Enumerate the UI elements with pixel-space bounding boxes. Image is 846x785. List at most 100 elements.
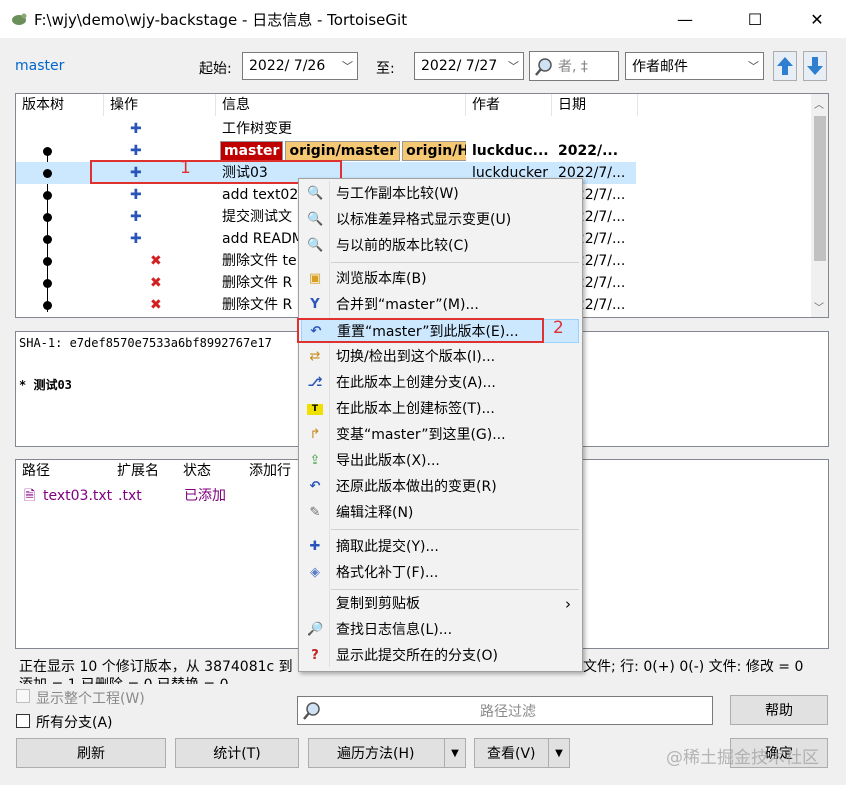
show-whole-project-checkbox[interactable] (16, 689, 30, 703)
commit-node (43, 191, 52, 200)
column-header-date[interactable]: 日期 (552, 94, 638, 116)
branch-link[interactable]: master (15, 58, 64, 74)
menu-item-create-tag[interactable]: T 在此版本上创建标签(T)... (301, 397, 579, 421)
search-icon: 🔎 (307, 622, 324, 637)
view-label: 查看(V) (487, 746, 536, 762)
column-header-actions[interactable]: 操作 (104, 94, 216, 116)
commit-message: * 测试03 (19, 378, 72, 392)
files-header-status[interactable]: 状态 (177, 460, 243, 482)
menu-item-browse-repository[interactable]: ▣ 浏览版本库(B) (301, 267, 579, 291)
export-icon: ⇪ (309, 453, 321, 468)
minimize-button[interactable]: — (662, 0, 708, 38)
maximize-button[interactable]: ☐ (732, 0, 778, 38)
navigate-down-button[interactable] (803, 51, 827, 81)
log-row-message: 删除文件 R (222, 275, 293, 291)
status-summary: 正在显示 10 个修订版本，从 3874081c 到 (19, 659, 293, 675)
chevron-down-icon: ﹀ (508, 60, 519, 73)
close-button[interactable]: ✕ (794, 0, 840, 38)
help-button[interactable]: 帮助 (730, 695, 828, 725)
menu-item-show-branches[interactable]: ? 显示此提交所在的分支(O) (301, 644, 579, 668)
chevron-down-icon: ﹀ (748, 60, 759, 73)
patch-icon: ◈ (310, 565, 320, 580)
modify-action-icon: ✚ (130, 121, 142, 137)
menu-separator (331, 262, 579, 263)
delete-action-icon: ✖ (150, 297, 162, 313)
walk-method-button[interactable]: 遍历方法(H) ▼ (308, 738, 466, 768)
statistics-button[interactable]: 统计(T) (175, 738, 299, 768)
chevron-down-icon: ﹀ (342, 60, 353, 73)
column-header-graph[interactable]: 版本树 (16, 94, 104, 116)
walk-dropdown-icon[interactable]: ▼ (444, 739, 465, 767)
from-label: 起始: (199, 61, 232, 77)
files-header-added-lines[interactable]: 添加行 (243, 460, 303, 482)
all-branches-checkbox[interactable] (16, 714, 30, 728)
search-input[interactable]: 者, ‡ (529, 51, 619, 81)
column-header-author[interactable]: 作者 (466, 94, 552, 116)
file-row-path: text03.txt (43, 488, 113, 504)
walk-method-label: 遍历方法(H) (337, 746, 415, 762)
search-field-select[interactable]: 作者邮件 ﹀ (625, 52, 764, 80)
menu-item-compare-previous[interactable]: 🔍 与以前的版本比较(C) (301, 234, 579, 258)
annotation-box-2 (297, 318, 544, 343)
navigate-up-button[interactable] (773, 51, 797, 81)
magnifier-icon: 🔍 (307, 238, 324, 253)
remote-head-tag: origin/HE (402, 141, 466, 161)
commit-node (43, 235, 52, 244)
menu-item-export-version[interactable]: ⇪ 导出此版本(X)... (301, 449, 579, 473)
commit-node (43, 213, 52, 222)
file-row-status: 已添加 (184, 488, 226, 504)
column-header-message[interactable]: 信息 (216, 94, 466, 116)
commit-node (43, 147, 52, 156)
log-row[interactable]: ✚ masterorigin/masterorigin/HE luckduc..… (16, 140, 636, 162)
file-icon: 🗎 (24, 488, 36, 504)
menu-item-cherry-pick[interactable]: ✚ 摘取此提交(Y)... (301, 535, 579, 559)
files-header-ext[interactable]: 扩展名 (111, 460, 177, 482)
log-scrollbar[interactable]: ︿ ﹀ (811, 94, 828, 317)
log-row-message: add READM (222, 231, 304, 247)
modify-action-icon: ✚ (130, 187, 142, 203)
tag-icon: T (307, 404, 323, 415)
path-filter-input[interactable]: 路径过滤 (297, 696, 713, 725)
arrow-down-icon (807, 57, 823, 75)
refresh-button[interactable]: 刷新 (16, 738, 166, 768)
branch-icon: ⎇ (307, 375, 323, 390)
search-field-value: 作者邮件 (632, 59, 688, 75)
log-row-date: 2022/... (558, 143, 619, 159)
status-summary-line2: 添加 = 1 已删除 = 0 已替换 = 0 (19, 674, 229, 684)
menu-item-switch-checkout[interactable]: ⇄ 切换/检出到这个版本(I)... (301, 345, 579, 369)
scroll-thumb[interactable] (814, 116, 826, 261)
menu-item-format-patch[interactable]: ◈ 格式化补丁(F)... (301, 561, 579, 585)
log-row-author: luckduc... (472, 143, 549, 159)
all-branches-label: 所有分支(A) (36, 715, 113, 731)
revert-icon: ↶ (309, 479, 321, 494)
scroll-down-icon[interactable]: ﹀ (814, 299, 824, 314)
search-icon (303, 702, 320, 720)
menu-separator (331, 529, 579, 530)
menu-item-find-log-message[interactable]: 🔎 查找日志信息(L)... (301, 618, 579, 642)
rebase-icon: ↱ (309, 427, 321, 442)
menu-item-merge-to-master[interactable]: Y 合并到“master”(M)... (301, 293, 579, 317)
from-date-picker[interactable]: 2022/ 7/26 ﹀ (242, 52, 358, 80)
branch-question-icon: ? (311, 648, 319, 663)
scroll-up-icon[interactable]: ︿ (814, 96, 824, 111)
menu-item-rebase-master[interactable]: ↱ 变基“master”到这里(G)... (301, 423, 579, 447)
menu-item-revert-changes[interactable]: ↶ 还原此版本做出的变更(R) (301, 475, 579, 499)
submenu-arrow-icon: › (565, 595, 571, 613)
menu-item-create-branch[interactable]: ⎇ 在此版本上创建分支(A)... (301, 371, 579, 395)
log-row[interactable]: ✚ 工作树变更 (16, 118, 636, 140)
tortoisegit-logo-icon (12, 13, 27, 25)
to-date-picker[interactable]: 2022/ 7/27 ﹀ (414, 52, 524, 80)
files-header-path[interactable]: 路径 (16, 460, 111, 482)
cherry-pick-icon: ✚ (309, 539, 321, 554)
menu-item-copy-to-clipboard[interactable]: 复制到剪贴板 › (301, 592, 579, 616)
window-title: F:\wjy\demo\wjy-backstage - 日志信息 - Torto… (34, 11, 408, 29)
menu-item-show-unified-diff[interactable]: 🔍 以标准差异格式显示变更(U) (301, 208, 579, 232)
show-whole-project-label: 显示整个工程(W) (36, 691, 145, 707)
menu-item-edit-notes[interactable]: ✎ 编辑注释(N) (301, 501, 579, 525)
delete-action-icon: ✖ (150, 275, 162, 291)
view-button[interactable]: 查看(V) ▼ (474, 738, 570, 768)
menu-item-compare-working-copy[interactable]: 🔍 与工作副本比较(W) (301, 182, 579, 206)
view-dropdown-icon[interactable]: ▼ (548, 739, 569, 767)
magnifier-icon: 🔍 (307, 212, 324, 227)
log-row-message: 工作树变更 (222, 121, 292, 137)
